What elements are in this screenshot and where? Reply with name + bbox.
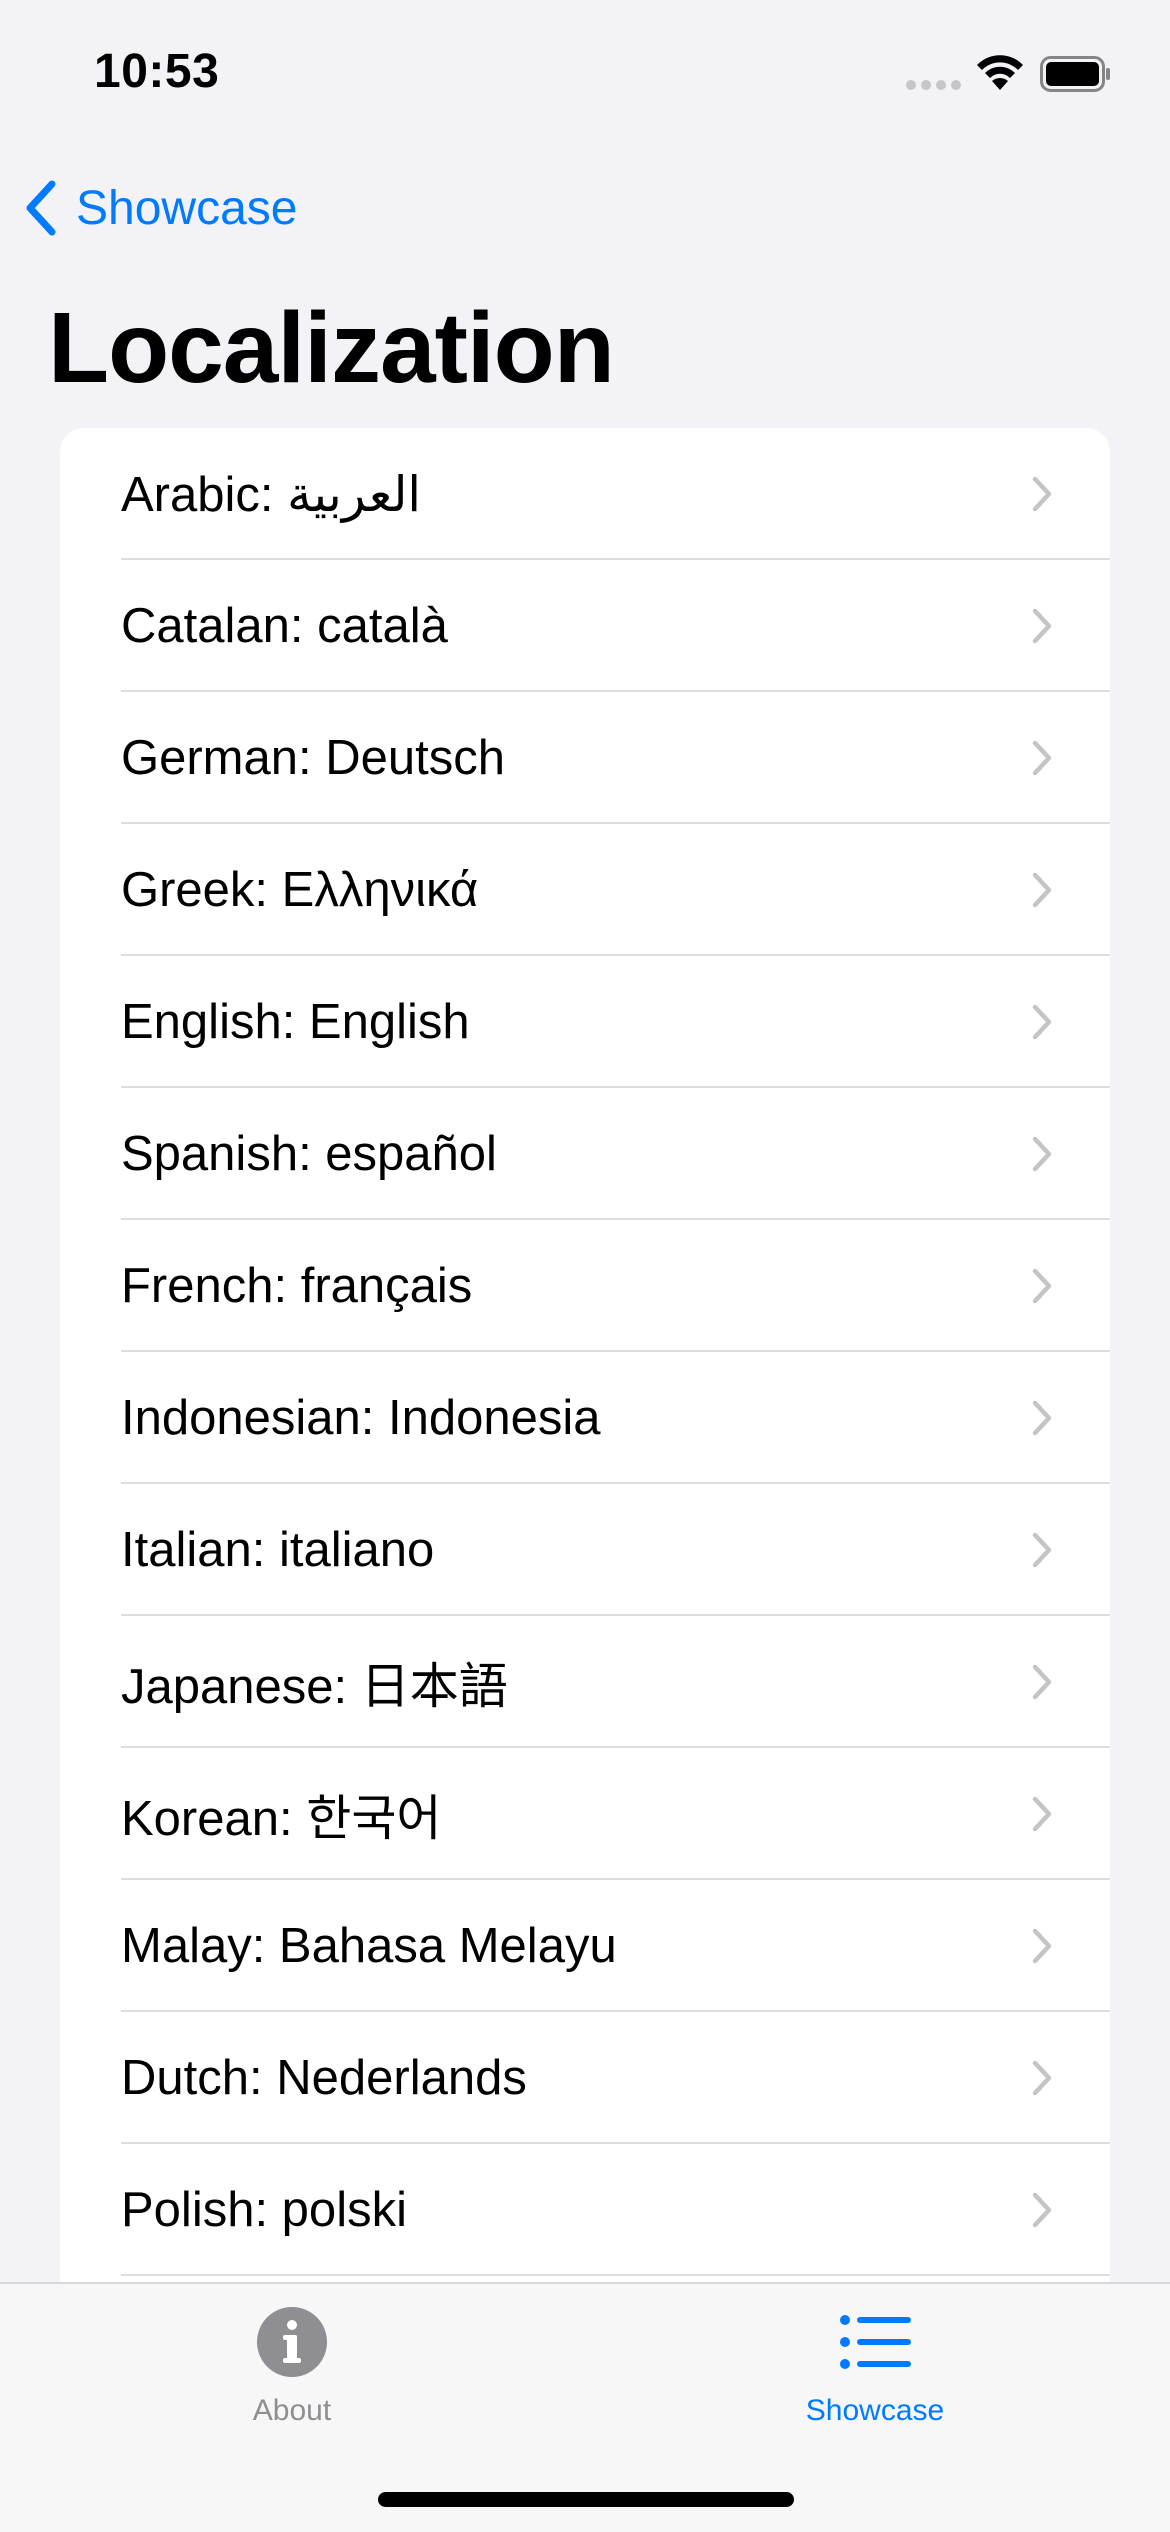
language-label: German: Deutsch [121,731,505,785]
chevron-right-icon [1032,1796,1052,1832]
language-row-japanese[interactable]: Japanese: 日本語 [60,1616,1110,1748]
language-label: Spanish: español [121,1127,497,1181]
language-row-polish[interactable]: Polish: polski [60,2144,1110,2276]
language-row-italian[interactable]: Italian: italiano [60,1484,1110,1616]
chevron-left-icon [26,180,56,236]
language-row-catalan[interactable]: Catalan: català [60,560,1110,692]
language-label: Polish: polski [121,2183,407,2237]
language-label: Catalan: català [121,599,448,653]
chevron-right-icon [1032,1664,1052,1700]
chevron-right-icon [1032,740,1052,776]
battery-icon [1040,56,1110,92]
chevron-right-icon [1032,1004,1052,1040]
language-list: Arabic: العربية Catalan: català German: … [60,428,1110,2408]
list-bullet-icon [840,2315,911,2369]
language-label: Arabic: العربية [121,467,422,522]
chevron-right-icon [1032,476,1052,512]
language-row-dutch[interactable]: Dutch: Nederlands [60,2012,1110,2144]
wifi-icon [977,55,1023,90]
language-row-german[interactable]: German: Deutsch [60,692,1110,824]
language-label: Japanese: 日本語 [121,1659,508,1714]
language-label: Indonesian: Indonesia [121,1391,601,1445]
language-label: Korean: 한국어 [121,1791,442,1846]
chevron-right-icon [1032,2060,1052,2096]
language-row-korean[interactable]: Korean: 한국어 [60,1748,1110,1880]
page-title: Localization [48,292,615,404]
home-indicator[interactable] [378,2492,794,2507]
chevron-right-icon [1032,1136,1052,1172]
language-label: Greek: Ελληνικά [121,863,479,917]
chevron-right-icon [1032,2192,1052,2228]
language-row-indonesian[interactable]: Indonesian: Indonesia [60,1352,1110,1484]
tab-about[interactable]: About [142,2304,442,2444]
info-circle-icon [257,2307,327,2377]
language-label: Malay: Bahasa Melayu [121,1919,617,1973]
chevron-right-icon [1032,1268,1052,1304]
tab-label: Showcase [805,2394,945,2427]
status-time: 10:53 [94,45,220,98]
language-label: Italian: italiano [121,1523,435,1577]
back-button-label: Showcase [76,181,298,235]
screen: 10:53 Showcase Localization Arabic: العر… [0,0,1170,2532]
language-label: Dutch: Nederlands [121,2051,527,2105]
language-label: French: français [121,1259,473,1313]
language-label: English: English [121,995,470,1049]
chevron-right-icon [1032,872,1052,908]
signal-dots-icon [906,80,962,92]
chevron-right-icon [1032,1532,1052,1568]
status-bar: 10:53 [0,0,1170,150]
tab-label: About [252,2394,332,2427]
language-row-arabic[interactable]: Arabic: العربية [60,428,1110,560]
chevron-right-icon [1032,1400,1052,1436]
back-button[interactable]: Showcase [22,168,297,248]
chevron-right-icon [1032,1928,1052,1964]
language-row-french[interactable]: French: français [60,1220,1110,1352]
language-row-english[interactable]: English: English [60,956,1110,1088]
language-row-greek[interactable]: Greek: Ελληνικά [60,824,1110,956]
chevron-right-icon [1032,608,1052,644]
tab-showcase[interactable]: Showcase [725,2304,1025,2444]
language-row-spanish[interactable]: Spanish: español [60,1088,1110,1220]
language-row-malay[interactable]: Malay: Bahasa Melayu [60,1880,1110,2012]
